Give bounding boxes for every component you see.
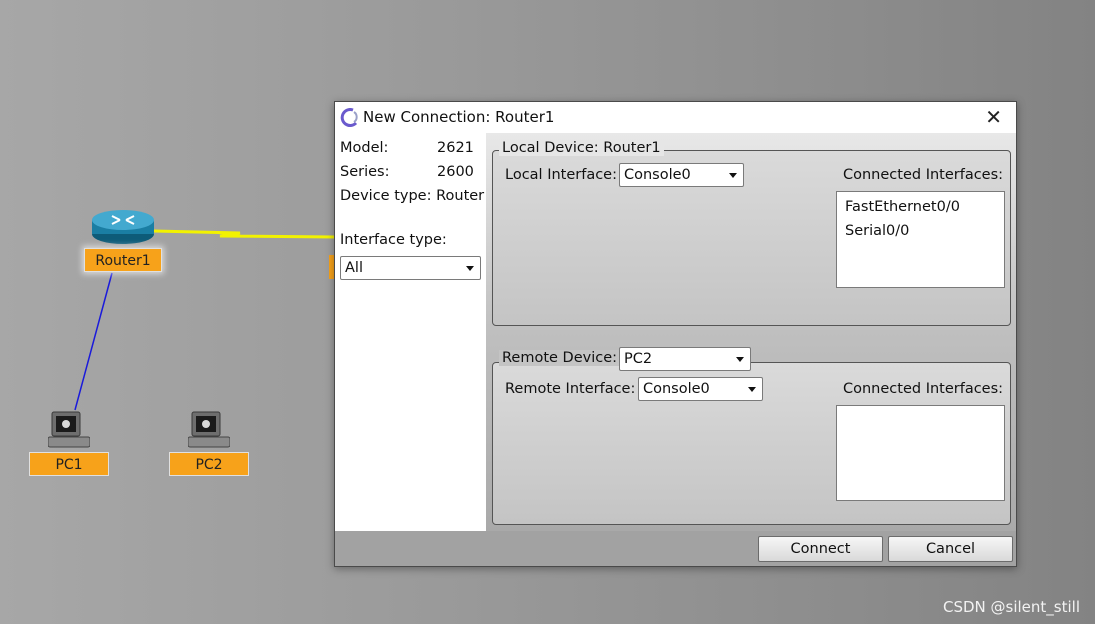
cancel-button[interactable]: Cancel: [888, 536, 1013, 562]
pc-icon: [187, 411, 231, 448]
local-interface-label: Local Interface:: [505, 167, 617, 183]
connection-pane: Local Device: Router1 Local Interface: C…: [486, 133, 1016, 531]
device-type: Device type: Router: [340, 188, 485, 204]
remote-interface-label: Remote Interface:: [505, 381, 636, 397]
dialog-titlebar[interactable]: New Connection: Router1 ✕: [335, 102, 1016, 133]
dialog-button-bar: Connect Cancel: [335, 531, 1016, 566]
device-info-pane: Model: 2621 Series: 2600 Device type: Ro…: [335, 133, 486, 531]
remote-connected-list[interactable]: [836, 405, 1005, 501]
router-device[interactable]: [90, 206, 156, 250]
app-icon: [340, 108, 358, 127]
remote-interface-value: Console0: [643, 381, 710, 397]
interface-type-select[interactable]: All: [340, 256, 481, 280]
pc2-label[interactable]: PC2: [169, 452, 249, 476]
remote-connected-label: Connected Interfaces:: [843, 381, 1004, 397]
local-interface-select[interactable]: Console0: [619, 163, 744, 187]
remote-device-title: Remote Device:: [499, 350, 621, 366]
pc1-label[interactable]: PC1: [29, 452, 109, 476]
connect-button[interactable]: Connect: [758, 536, 883, 562]
remote-device-select[interactable]: PC2: [619, 347, 751, 371]
remote-device-value: PC2: [624, 351, 653, 367]
interface-type-label: Interface type:: [340, 232, 447, 248]
list-item[interactable]: Serial0/0: [845, 219, 996, 243]
chevron-down-icon: [729, 173, 737, 178]
local-connected-label: Connected Interfaces:: [843, 167, 1004, 183]
new-connection-dialog: New Connection: Router1 ✕ Model: 2621 Se…: [334, 101, 1017, 567]
pc1-device[interactable]: [47, 411, 91, 453]
remote-interface-select[interactable]: Console0: [638, 377, 763, 401]
pc-icon: [47, 411, 91, 448]
chevron-down-icon: [466, 266, 474, 271]
local-device-title: Local Device: Router1: [499, 140, 664, 156]
local-interface-value: Console0: [624, 167, 691, 183]
list-item[interactable]: FastEthernet0/0: [845, 195, 996, 219]
model-value: 2621: [437, 140, 474, 156]
series-label: Series:: [340, 164, 390, 180]
dialog-title: New Connection: Router1: [363, 108, 555, 126]
chevron-down-icon: [748, 387, 756, 392]
series-value: 2600: [437, 164, 474, 180]
interface-type-value: All: [345, 260, 363, 276]
chevron-down-icon: [736, 357, 744, 362]
model-label: Model:: [340, 140, 389, 156]
watermark: CSDN @silent_still: [943, 598, 1080, 616]
router-icon: [92, 210, 154, 244]
pc2-device[interactable]: [187, 411, 231, 453]
close-icon[interactable]: ✕: [985, 105, 1002, 129]
ethernet-link: [74, 272, 113, 411]
serial-link: [153, 229, 337, 239]
local-connected-list[interactable]: FastEthernet0/0 Serial0/0: [836, 191, 1005, 288]
model-row: Model: 2621: [340, 140, 474, 156]
series-row: Series: 2600: [340, 164, 474, 180]
router1-label[interactable]: Router1: [84, 248, 162, 272]
